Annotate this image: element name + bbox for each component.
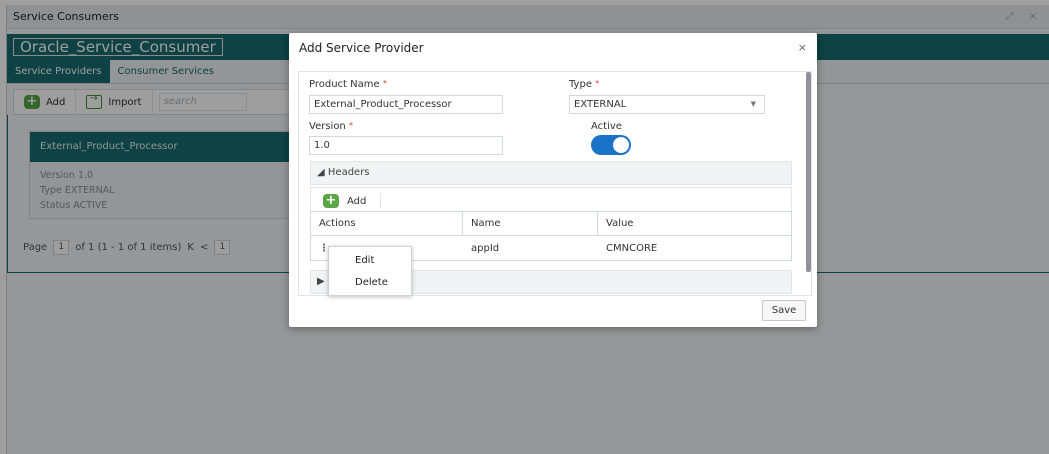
headers-section-toggle[interactable]: ◢ Headers xyxy=(310,161,792,185)
type-select[interactable]: EXTERNAL ▼ xyxy=(569,95,765,114)
row-value: CMNCORE xyxy=(606,243,658,254)
product-name-field[interactable]: External_Product_Processor xyxy=(309,95,503,114)
dialog-title: Add Service Provider xyxy=(299,41,424,55)
save-button[interactable]: Save xyxy=(762,300,806,321)
version-field[interactable]: 1.0 xyxy=(309,136,503,155)
grid-header-row: Actions Name Value xyxy=(311,212,791,236)
collapsed-triangle-icon: ▶ xyxy=(317,276,325,287)
expanded-triangle-icon: ◢ xyxy=(317,167,325,178)
version-label: Version * xyxy=(309,121,353,132)
scrollbar[interactable] xyxy=(806,72,811,272)
active-label: Active xyxy=(591,121,622,132)
chevron-down-icon: ▼ xyxy=(750,100,756,108)
menu-item-delete[interactable]: Delete xyxy=(355,277,388,288)
product-name-label: Product Name * xyxy=(309,79,387,90)
close-icon[interactable]: × xyxy=(798,41,807,54)
row-name: appId xyxy=(471,243,500,254)
row-context-menu: Edit Delete xyxy=(328,246,412,296)
col-value: Value xyxy=(606,218,634,229)
plus-icon: + xyxy=(323,194,339,208)
headers-label: Headers xyxy=(327,167,370,178)
headers-add-button[interactable]: + Add xyxy=(323,193,382,209)
active-toggle[interactable] xyxy=(591,135,631,155)
type-value: EXTERNAL xyxy=(574,99,627,110)
headers-add-label: Add xyxy=(347,195,367,207)
col-name: Name xyxy=(463,212,598,235)
col-actions: Actions xyxy=(311,212,463,235)
menu-item-edit[interactable]: Edit xyxy=(355,255,374,266)
type-label: Type * xyxy=(569,79,600,90)
headers-toolbar: + Add xyxy=(310,187,792,213)
toggle-knob xyxy=(613,137,629,153)
